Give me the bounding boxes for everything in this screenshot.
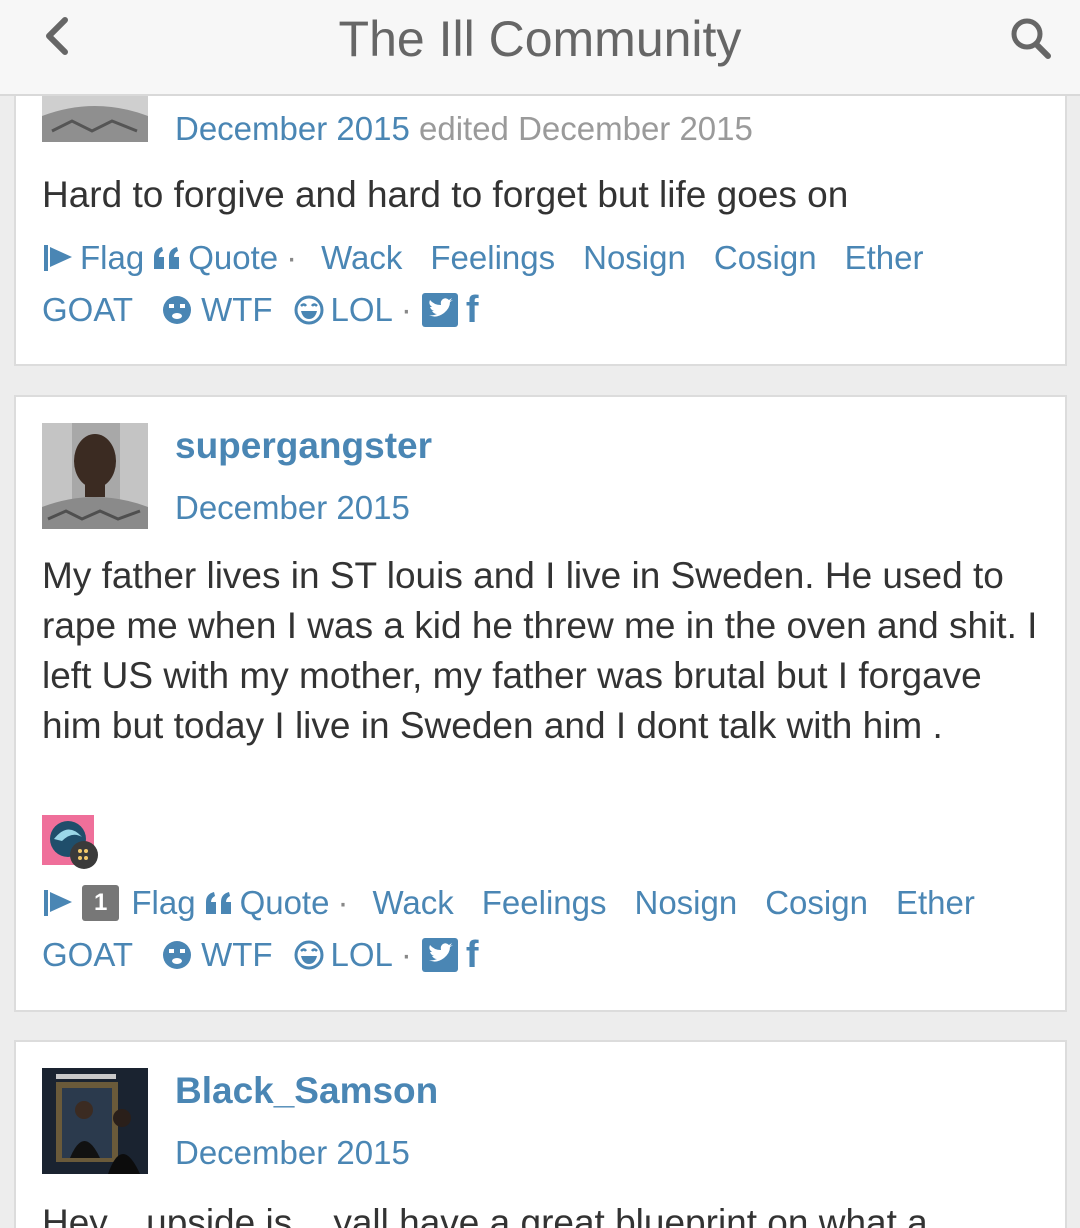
lol-face-icon [294, 940, 324, 970]
post-body: Hard to forgive and hard to forget but l… [42, 174, 849, 215]
separator: · [400, 291, 412, 328]
lol-label: LOL [330, 936, 393, 973]
reaction-badge[interactable] [42, 815, 100, 871]
post-card: supergangster December 2015 My father li… [14, 395, 1067, 1012]
separator: · [337, 884, 349, 921]
cosign-button[interactable]: Cosign [714, 232, 817, 284]
avatar-image [42, 423, 148, 529]
post-meta: December 2015 [175, 1134, 410, 1172]
search-button[interactable] [1008, 14, 1054, 60]
wtf-button[interactable]: WTF [161, 284, 273, 336]
wtf-label: WTF [201, 291, 273, 328]
flag-button[interactable]: Flag [42, 232, 144, 284]
post-body: My father lives in ST louis and I live i… [42, 555, 1038, 746]
twitter-icon [421, 938, 458, 972]
post-card: Black_Samson December 2015 Hey... upside… [14, 1040, 1067, 1228]
nosign-button[interactable]: Nosign [583, 232, 686, 284]
cosign-button[interactable]: Cosign [765, 877, 868, 929]
flag-button[interactable]: 1 Flag [42, 877, 196, 929]
quote-icon [205, 892, 231, 914]
quote-icon [154, 247, 180, 269]
page-title: The Ill Community [338, 11, 742, 67]
ether-button[interactable]: Ether [896, 877, 975, 929]
wtf-face-icon [163, 941, 192, 969]
flag-label: Flag [80, 239, 145, 276]
flag-icon [44, 890, 72, 916]
post-date[interactable]: December 2015 [175, 110, 410, 147]
goat-button[interactable]: GOAT [42, 284, 133, 336]
share-facebook-button[interactable]: f [466, 929, 479, 981]
ether-button[interactable]: Ether [845, 232, 924, 284]
post-date[interactable]: December 2015 [175, 489, 410, 526]
share-twitter-button[interactable] [421, 938, 458, 972]
quote-label: Quote [188, 239, 279, 276]
quote-button[interactable]: Quote [152, 232, 278, 284]
lol-button[interactable]: LOL [293, 284, 393, 336]
nosign-button[interactable]: Nosign [634, 877, 737, 929]
avatar[interactable] [42, 1068, 148, 1174]
post-author[interactable]: Black_Samson [175, 1070, 438, 1112]
flag-label: Flag [131, 884, 196, 921]
wack-button[interactable]: Wack [372, 877, 453, 929]
separator: · [400, 936, 412, 973]
wack-button[interactable]: Wack [321, 232, 402, 284]
lol-button[interactable]: LOL [293, 929, 393, 981]
facebook-icon: f [465, 289, 479, 331]
quote-button[interactable]: Quote [204, 877, 330, 929]
separator: · [286, 239, 298, 276]
post-card: December 2015 edited December 2015 Hard … [14, 60, 1067, 366]
share-twitter-button[interactable] [421, 293, 458, 327]
feelings-button[interactable]: Feelings [430, 232, 555, 284]
feelings-button[interactable]: Feelings [482, 877, 607, 929]
avatar[interactable] [42, 423, 148, 529]
wtf-button[interactable]: WTF [161, 929, 273, 981]
post-meta: December 2015 [175, 489, 410, 527]
top-bar: The Ill Community [0, 0, 1080, 96]
twitter-icon [421, 293, 458, 327]
facebook-icon: f [465, 934, 479, 976]
search-icon [1011, 18, 1051, 59]
lol-face-icon [294, 295, 324, 325]
post-edited-note: edited December 2015 [418, 110, 753, 147]
post-author[interactable]: supergangster [175, 425, 432, 467]
post-meta: December 2015 edited December 2015 [175, 110, 753, 148]
share-facebook-button[interactable]: f [466, 284, 479, 336]
reaction-badge-icon [42, 815, 98, 869]
post-body: Hey... upside is... yall have a great bl… [42, 1202, 928, 1228]
wtf-face-icon [163, 296, 192, 324]
lol-label: LOL [330, 291, 393, 328]
flag-icon [44, 245, 72, 271]
post-actions: Flag Quote · Wack Feelings Nosign Cosign… [42, 232, 1042, 336]
post-date[interactable]: December 2015 [175, 1134, 410, 1171]
flag-count-badge: 1 [82, 885, 120, 921]
wtf-label: WTF [201, 936, 273, 973]
post-actions: 1 Flag Quote · Wack Feelings Nosign Cosi… [42, 877, 1042, 981]
quote-label: Quote [239, 884, 330, 921]
avatar-image [42, 1068, 148, 1174]
goat-button[interactable]: GOAT [42, 929, 133, 981]
